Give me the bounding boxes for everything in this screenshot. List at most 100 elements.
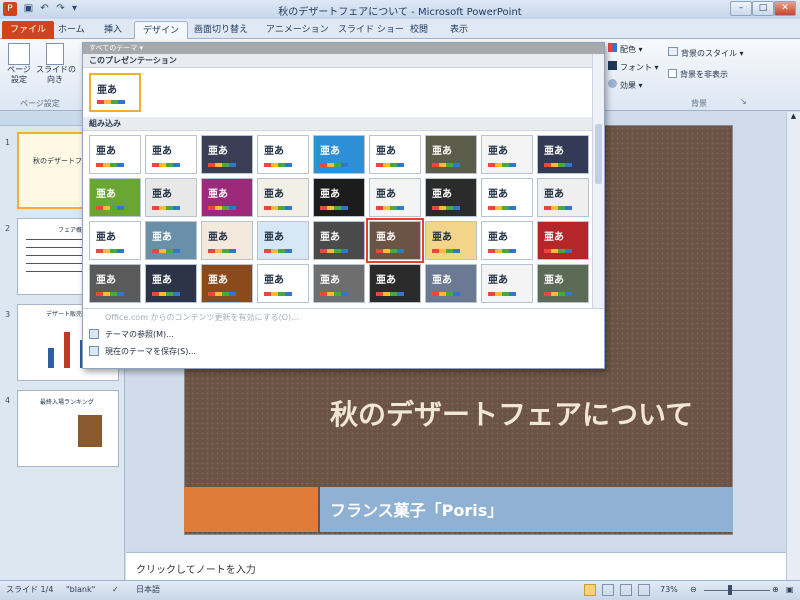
theme-sample-text: 亜あ bbox=[376, 232, 396, 243]
tab-insert[interactable]: 挿入 bbox=[96, 21, 130, 39]
theme-swatch[interactable]: 亜あ bbox=[366, 218, 424, 263]
theme-swatch[interactable]: 亜あ bbox=[313, 221, 365, 260]
tab-animations[interactable]: アニメーション bbox=[258, 21, 337, 39]
theme-color-strip bbox=[264, 292, 292, 296]
theme-sample-text: 亜あ bbox=[432, 232, 452, 243]
menu-save-current-theme[interactable]: 現在のテーマを保存(S)... bbox=[89, 345, 196, 359]
theme-swatch[interactable]: 亜あ bbox=[481, 221, 533, 260]
theme-swatch[interactable]: 亜あ bbox=[201, 264, 253, 303]
theme-swatch[interactable]: 亜あ bbox=[201, 221, 253, 260]
spellcheck-icon[interactable]: ✓ bbox=[112, 581, 119, 599]
theme-sample-text: 亜あ bbox=[264, 232, 284, 243]
slideshow-icon[interactable] bbox=[638, 584, 650, 596]
theme-swatch[interactable]: 亜あ bbox=[145, 135, 197, 174]
theme-swatch[interactable]: 亜あ bbox=[257, 221, 309, 260]
theme-color-strip bbox=[376, 292, 404, 296]
theme-sample-text: 亜あ bbox=[208, 232, 228, 243]
theme-swatch[interactable]: 亜あ bbox=[537, 221, 589, 260]
theme-swatch[interactable]: 亜あ bbox=[201, 178, 253, 217]
gallery-divider bbox=[83, 308, 604, 309]
theme-swatch[interactable]: 亜あ bbox=[369, 264, 421, 303]
tab-slideshow[interactable]: スライド ショー bbox=[330, 21, 412, 39]
theme-swatch[interactable]: 亜あ bbox=[425, 178, 477, 217]
slide-subtitle[interactable]: フランス菓子「Poris」 bbox=[330, 497, 503, 521]
gallery-header[interactable]: すべてのテーマ ▾ bbox=[83, 43, 604, 54]
slide-thumbnail-4[interactable]: 最終入場ランキング bbox=[17, 390, 119, 467]
theme-swatch[interactable]: 亜あ bbox=[89, 264, 141, 303]
current-theme-swatch[interactable]: 亜あ bbox=[89, 73, 141, 112]
title-bar: P ▣ ↶ ↷ ▾ 秋のデザートフェアについて - Microsoft Powe… bbox=[0, 0, 800, 19]
theme-swatch[interactable]: 亜あ bbox=[537, 178, 589, 217]
status-slide-number: スライド 1/4 bbox=[6, 585, 54, 594]
background-dialog-launcher-icon[interactable]: ↘ bbox=[740, 97, 747, 106]
theme-swatch[interactable]: 亜あ bbox=[257, 178, 309, 217]
orientation-label: スライドの 向き bbox=[36, 65, 76, 84]
window-title: 秋のデザートフェアについて - Microsoft PowerPoint bbox=[278, 7, 522, 18]
reading-view-icon[interactable] bbox=[620, 584, 632, 596]
slide-sorter-icon[interactable] bbox=[602, 584, 614, 596]
effects-button[interactable]: 効果 ▾ bbox=[608, 79, 643, 91]
maximize-button[interactable]: □ bbox=[752, 1, 774, 16]
theme-swatch[interactable]: 亜あ bbox=[145, 221, 197, 260]
theme-swatch[interactable]: 亜あ bbox=[481, 178, 533, 217]
theme-swatch[interactable]: 亜あ bbox=[89, 135, 141, 174]
status-language[interactable]: 日本語 bbox=[136, 581, 160, 599]
fit-to-window-icon[interactable]: ▣ bbox=[786, 581, 794, 599]
slide-orientation-button[interactable]: スライドの 向き bbox=[36, 43, 76, 95]
theme-swatch[interactable]: 亜あ bbox=[313, 178, 365, 217]
theme-color-strip bbox=[432, 163, 460, 167]
colors-button[interactable]: 配色 ▾ bbox=[608, 43, 643, 55]
theme-swatch[interactable]: 亜あ bbox=[257, 135, 309, 174]
notes-pane[interactable]: クリックしてノートを入力 bbox=[126, 552, 786, 580]
theme-swatch[interactable]: 亜あ bbox=[313, 135, 365, 174]
theme-swatch[interactable]: 亜あ bbox=[201, 135, 253, 174]
theme-sample-text: 亜あ bbox=[376, 275, 396, 286]
zoom-in-icon[interactable]: ⊕ bbox=[772, 581, 779, 599]
theme-swatch[interactable]: 亜あ bbox=[537, 264, 589, 303]
theme-swatch[interactable]: 亜あ bbox=[257, 264, 309, 303]
theme-swatch[interactable]: 亜あ bbox=[145, 264, 197, 303]
gallery-scroll-thumb[interactable] bbox=[595, 124, 602, 184]
background-styles-button[interactable]: 背景のスタイル ▾ bbox=[668, 47, 744, 59]
theme-swatch[interactable]: 亜あ bbox=[425, 221, 477, 260]
tab-design[interactable]: デザイン bbox=[134, 21, 189, 39]
theme-sample-text: 亜あ bbox=[544, 189, 564, 200]
fonts-button[interactable]: フォント ▾ bbox=[608, 61, 659, 73]
normal-view-icon[interactable] bbox=[584, 584, 596, 596]
theme-swatch[interactable]: 亜あ bbox=[313, 264, 365, 303]
tab-review[interactable]: 校閲 bbox=[402, 21, 436, 39]
zoom-slider[interactable] bbox=[704, 590, 770, 591]
slide-accent-bar bbox=[184, 487, 318, 532]
theme-swatch[interactable]: 亜あ bbox=[89, 221, 141, 260]
zoom-out-icon[interactable]: ⊖ bbox=[690, 581, 697, 599]
theme-swatch[interactable]: 亜あ bbox=[481, 135, 533, 174]
menu-browse-themes[interactable]: テーマの参照(M)... bbox=[89, 328, 174, 342]
colors-icon bbox=[608, 43, 617, 52]
bg-styles-icon bbox=[668, 47, 678, 56]
theme-swatch[interactable]: 亜あ bbox=[537, 135, 589, 174]
scroll-up-icon[interactable]: ▲ bbox=[787, 112, 800, 124]
zoom-level[interactable]: 73% bbox=[660, 581, 678, 599]
gallery-scrollbar[interactable] bbox=[592, 54, 604, 308]
zoom-slider-thumb[interactable] bbox=[728, 585, 732, 595]
theme-sample-text: 亜あ bbox=[208, 275, 228, 286]
close-button[interactable]: ✕ bbox=[774, 1, 796, 16]
theme-swatch[interactable]: 亜あ bbox=[369, 135, 421, 174]
page-setup-button[interactable]: ページ 設定 bbox=[4, 43, 34, 95]
theme-swatch[interactable]: 亜あ bbox=[425, 135, 477, 174]
theme-swatch[interactable]: 亜あ bbox=[369, 178, 421, 217]
theme-color-strip bbox=[264, 206, 292, 210]
tab-file[interactable]: ファイル bbox=[2, 21, 55, 39]
minimize-button[interactable]: – bbox=[730, 1, 752, 16]
hide-background-checkbox[interactable]: 背景を非表示 bbox=[668, 69, 728, 80]
theme-swatch[interactable]: 亜あ bbox=[481, 264, 533, 303]
vertical-scrollbar[interactable]: ▲ bbox=[786, 112, 800, 580]
theme-sample-text: 亜あ bbox=[432, 146, 452, 157]
theme-swatch[interactable]: 亜あ bbox=[89, 178, 141, 217]
theme-swatch[interactable]: 亜あ bbox=[425, 264, 477, 303]
tab-home[interactable]: ホーム bbox=[50, 21, 93, 39]
tab-view[interactable]: 表示 bbox=[442, 21, 476, 39]
slide-title[interactable]: 秋のデザートフェアについて bbox=[330, 396, 710, 433]
theme-swatch[interactable]: 亜あ bbox=[145, 178, 197, 217]
tab-transitions[interactable]: 画面切り替え bbox=[186, 21, 256, 39]
